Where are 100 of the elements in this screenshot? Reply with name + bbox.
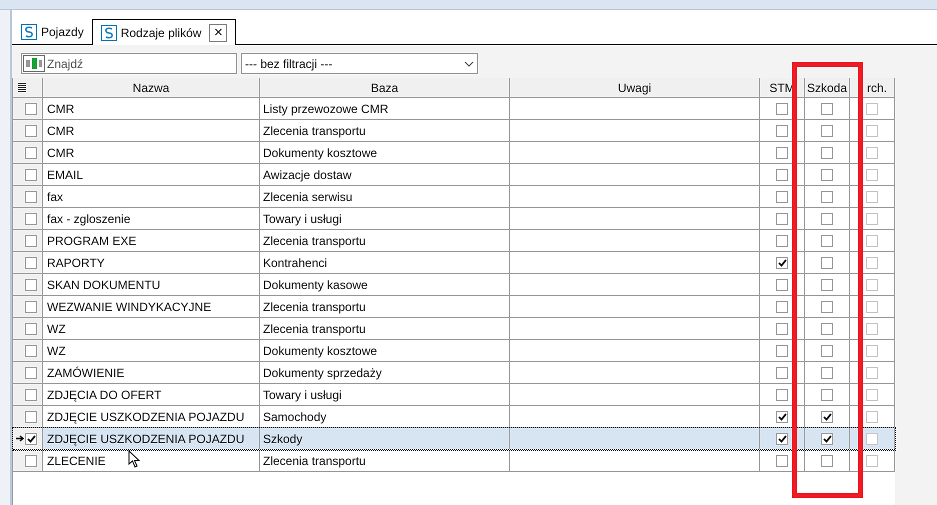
table-cell: CMR <box>43 120 260 141</box>
checkbox[interactable] <box>776 234 788 246</box>
checkbox[interactable] <box>821 256 833 268</box>
checkbox[interactable] <box>866 124 878 136</box>
checkbox[interactable] <box>821 366 833 378</box>
checkbox[interactable] <box>866 278 878 290</box>
checkbox[interactable] <box>821 388 833 400</box>
checkbox[interactable] <box>866 146 878 158</box>
checkbox[interactable] <box>776 212 788 224</box>
checkbox[interactable] <box>866 322 878 334</box>
table-cell: fax - zgloszenie <box>43 208 260 229</box>
checkbox[interactable] <box>866 234 878 246</box>
checkbox[interactable] <box>776 300 788 312</box>
checkbox[interactable] <box>821 454 833 466</box>
checkbox[interactable] <box>866 102 878 114</box>
checkbox[interactable] <box>821 300 833 312</box>
table-row[interactable]: ZDJĘCIA DO OFERT Towary i usługi <box>13 384 895 406</box>
table-row[interactable]: SKAN DOKUMENTU Dokumenty kasowe <box>13 274 895 296</box>
close-button[interactable]: × <box>209 24 228 42</box>
checkbox[interactable] <box>866 212 878 224</box>
checkbox[interactable] <box>776 124 788 136</box>
checkbox[interactable] <box>25 124 37 136</box>
checkbox[interactable] <box>821 278 833 290</box>
tab[interactable]: Pojazdy <box>13 19 92 44</box>
column-header[interactable]: Szkoda <box>805 78 850 97</box>
checkbox[interactable] <box>821 410 833 422</box>
checkbox[interactable] <box>821 124 833 136</box>
checkbox[interactable] <box>866 366 878 378</box>
table-cell: Zlecenia serwisu <box>260 186 510 207</box>
column-header[interactable]: rch. <box>850 78 895 97</box>
checkbox[interactable] <box>25 300 37 312</box>
checkbox[interactable] <box>821 344 833 356</box>
checkbox[interactable] <box>776 410 788 422</box>
checkbox[interactable] <box>25 190 37 202</box>
table-row[interactable]: CMR Listy przewozowe CMR <box>13 98 895 120</box>
table-row[interactable]: fax - zgloszenie Towary i usługi <box>13 208 895 230</box>
filter-dropdown[interactable]: --- bez filtracji --- <box>241 53 478 74</box>
column-header[interactable]: Nazwa <box>43 78 260 97</box>
table-row[interactable]: WZ Zlecenia transportu <box>13 318 895 340</box>
table-row[interactable]: WEZWANIE WINDYKACYJNE Zlecenia transportu <box>13 296 895 318</box>
search-input[interactable]: Znajdź <box>47 54 236 72</box>
checkbox[interactable] <box>25 278 37 290</box>
checkbox[interactable] <box>776 388 788 400</box>
checkbox[interactable] <box>776 168 788 180</box>
checkbox[interactable] <box>821 432 833 444</box>
table-row[interactable]: EMAIL Awizacje dostaw <box>13 164 895 186</box>
checkbox[interactable] <box>821 212 833 224</box>
table-row[interactable]: CMR Dokumenty kosztowe <box>13 142 895 164</box>
checkbox[interactable] <box>821 234 833 246</box>
checkbox[interactable] <box>776 146 788 158</box>
checkbox[interactable] <box>776 278 788 290</box>
table-row[interactable]: fax Zlecenia serwisu <box>13 186 895 208</box>
checkbox[interactable] <box>25 322 37 334</box>
checkbox[interactable] <box>821 168 833 180</box>
checkbox[interactable] <box>821 146 833 158</box>
search-field[interactable]: Znajdź <box>21 53 237 74</box>
table-row[interactable]: ZAMÓWIENIE Dokumenty sprzedaży <box>13 362 895 384</box>
table-row[interactable]: RAPORTY Kontrahenci <box>13 252 895 274</box>
checkbox[interactable] <box>776 344 788 356</box>
checkbox[interactable] <box>866 300 878 312</box>
checkbox[interactable] <box>25 432 37 444</box>
table-row[interactable]: PROGRAM EXE Zlecenia transportu <box>13 230 895 252</box>
table-row[interactable]: ZLECENIE Zlecenia transportu <box>13 450 895 472</box>
checkbox[interactable] <box>25 388 37 400</box>
checkbox[interactable] <box>776 102 788 114</box>
checkbox[interactable] <box>25 168 37 180</box>
column-header[interactable]: Baza <box>260 78 510 97</box>
checkbox[interactable] <box>866 454 878 466</box>
checkbox[interactable] <box>25 146 37 158</box>
column-header[interactable]: Uwagi <box>510 78 760 97</box>
checkbox[interactable] <box>25 234 37 246</box>
checkbox[interactable] <box>776 432 788 444</box>
table-row[interactable]: CMR Zlecenia transportu <box>13 120 895 142</box>
checkbox[interactable] <box>776 366 788 378</box>
checkbox[interactable] <box>866 344 878 356</box>
checkbox[interactable] <box>821 102 833 114</box>
checkbox[interactable] <box>821 322 833 334</box>
checkbox[interactable] <box>25 256 37 268</box>
checkbox[interactable] <box>866 388 878 400</box>
checkbox[interactable] <box>25 366 37 378</box>
checkbox[interactable] <box>776 454 788 466</box>
checkbox[interactable] <box>866 256 878 268</box>
check-icon <box>778 434 786 442</box>
table-row[interactable]: WZ Dokumenty kosztowe <box>13 340 895 362</box>
checkbox[interactable] <box>776 322 788 334</box>
checkbox[interactable] <box>821 190 833 202</box>
checkbox[interactable] <box>866 168 878 180</box>
checkbox[interactable] <box>25 344 37 356</box>
checkbox[interactable] <box>776 256 788 268</box>
checkbox[interactable] <box>25 212 37 224</box>
checkbox[interactable] <box>25 410 37 422</box>
table-row[interactable]: ZDJĘCIE USZKODZENIA POJAZDU Szkody <box>13 428 895 450</box>
table-cell: Zlecenia transportu <box>260 230 510 251</box>
checkbox[interactable] <box>866 432 878 444</box>
checkbox[interactable] <box>776 190 788 202</box>
tab[interactable]: Rodzaje plików × <box>92 19 236 45</box>
checkbox[interactable] <box>25 454 37 466</box>
checkbox[interactable] <box>866 410 878 422</box>
checkbox[interactable] <box>25 102 37 114</box>
checkbox[interactable] <box>866 190 878 202</box>
